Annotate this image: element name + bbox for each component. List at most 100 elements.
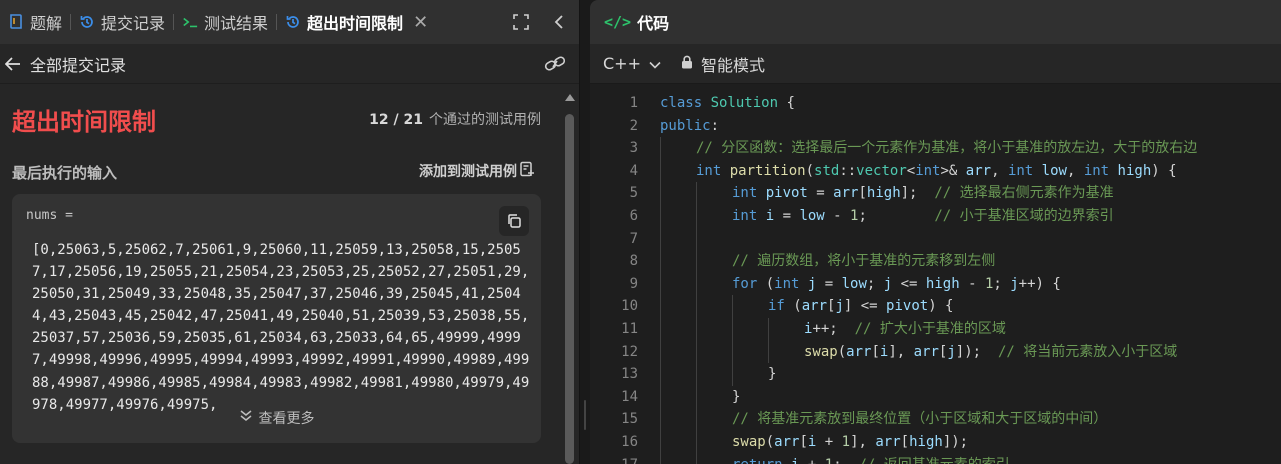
code-token: // 选择最右侧元素作为基准 xyxy=(934,185,1114,202)
tab-tle[interactable]: 超出时间限制 ✕ xyxy=(277,0,436,44)
smart-mode-toggle[interactable]: 智能模式 xyxy=(681,52,765,76)
indent-guide xyxy=(660,227,661,251)
tab-test-result[interactable]: 测试结果 xyxy=(174,0,276,44)
code-title: 代码 xyxy=(637,14,670,33)
input-variable-name: nums = xyxy=(26,208,73,223)
code-token: arr xyxy=(801,298,828,315)
code-line[interactable]: 7 xyxy=(590,227,1281,251)
indent-guide xyxy=(660,295,661,318)
code-line[interactable]: 12 swap(arr[i], arr[j]); // 将当前元素放入小于区域 xyxy=(590,340,1281,364)
code-token: arr xyxy=(774,434,800,450)
tab-submissions[interactable]: 提交记录 xyxy=(71,0,173,44)
code-token: = xyxy=(807,185,834,202)
code-line[interactable]: 4 int partition(std::vector<int>& arr, in… xyxy=(590,159,1281,183)
add-testcase-label: 添加到测试用例 xyxy=(419,164,517,180)
scroll-up-arrow-icon[interactable] xyxy=(565,94,575,101)
code-text: } xyxy=(768,363,776,386)
splitter-grip[interactable] xyxy=(584,400,586,430)
close-icon[interactable]: ✕ xyxy=(413,12,428,33)
code-line[interactable]: 17 return i + 1; // 返回基准元素的索引 xyxy=(590,453,1281,464)
code-token: :: xyxy=(839,162,857,179)
code-text: } xyxy=(732,386,740,409)
last-input-label: 最后执行的输入 xyxy=(12,164,118,182)
code-line[interactable]: 9 for (int j = low; j <= high - 1; j++) { xyxy=(590,272,1281,296)
code-token: swap xyxy=(732,434,766,450)
tab-tle-label: 超出时间限制 xyxy=(307,14,404,33)
code-token: // 扩大小于基准的区域 xyxy=(854,321,1006,337)
code-line[interactable]: 3 // 分区函数：选择最后一个元素作为基准，将小于基准的放左边，大于的放右边 xyxy=(590,137,1281,160)
code-line[interactable]: 13} xyxy=(590,363,1281,386)
code-token: ; xyxy=(833,457,858,464)
indent-guide xyxy=(768,318,769,341)
indent-guide xyxy=(660,159,661,183)
code-text: int partition(std::vector<int>& arr, int… xyxy=(696,160,1177,183)
back-arrow-icon[interactable] xyxy=(4,55,22,73)
indent-guide xyxy=(696,250,697,273)
code-token: arr xyxy=(833,185,859,202)
indent-guide xyxy=(732,363,733,386)
line-number: 9 xyxy=(629,275,638,292)
indent-guide xyxy=(696,318,697,341)
code-editor[interactable]: 1 class Solution {2 public: 3// 分区函数：选择最后一个… xyxy=(590,92,1281,464)
code-token: // 将基准元素放到最终位置（小于区域和大于区域的中间） xyxy=(732,411,1108,428)
panel-splitter[interactable] xyxy=(580,0,590,464)
link-icon[interactable] xyxy=(544,55,566,73)
code-token: return xyxy=(732,457,791,464)
code-line[interactable]: 15 // 将基准元素放到最终位置（小于区域和大于区域的中间） xyxy=(590,408,1281,431)
double-chevron-down-icon xyxy=(239,409,253,427)
tab-solutions[interactable]: 题解 xyxy=(0,0,70,44)
line-number: 1 xyxy=(629,95,638,111)
tab-solutions-label: 题解 xyxy=(30,14,63,33)
code-token: ( xyxy=(757,275,775,292)
code-token: } xyxy=(732,388,741,405)
indent-guide xyxy=(660,385,661,409)
line-number: 17 xyxy=(590,454,638,464)
indent-guide xyxy=(660,272,661,296)
scrollbar[interactable] xyxy=(563,88,577,464)
language-select[interactable]: C++ xyxy=(603,54,661,73)
code-token: low xyxy=(1041,162,1067,179)
code-token: arr xyxy=(913,343,939,360)
indent-guide xyxy=(696,295,697,318)
code-token: { xyxy=(778,95,795,111)
code-token: ( xyxy=(805,162,815,179)
see-more-button[interactable]: 查看更多 xyxy=(12,408,541,428)
code-text: i++; // 扩大小于基准的区域 xyxy=(804,318,1006,341)
language-bar: C++ 智能模式 xyxy=(590,44,1281,84)
code-text: // 将基准元素放到最终位置（小于区域和大于区域的中间） xyxy=(732,408,1107,431)
line-number: 12 xyxy=(621,343,638,360)
code-token: ++) { xyxy=(1018,275,1061,292)
indent-guide xyxy=(660,318,661,341)
collapse-left-icon[interactable] xyxy=(550,13,568,31)
code-line[interactable]: 14} xyxy=(590,385,1281,409)
code-icon: </> xyxy=(604,13,632,31)
code-line[interactable]: 5 int pivot = arr[high]; // 选择最右侧元素作为基准 xyxy=(590,182,1281,205)
add-testcase-button[interactable]: 添加到测试用例 xyxy=(419,161,535,181)
language-label: C++ xyxy=(603,54,641,73)
code-line[interactable]: 10 if (arr[j] <= pivot) { xyxy=(590,295,1281,318)
scrollbar-thumb[interactable] xyxy=(565,114,574,464)
code-line[interactable]: 11 i++; // 扩大小于基准的区域 xyxy=(590,318,1281,341)
code-token: int xyxy=(732,185,766,202)
code-token: arr xyxy=(875,434,901,450)
all-submissions-link[interactable]: 全部提交记录 xyxy=(30,52,126,76)
maximize-icon[interactable] xyxy=(512,13,530,31)
code-line[interactable]: 8 // 遍历数组，将小于基准的元素移到左侧 xyxy=(590,250,1281,273)
code-token: ; xyxy=(866,275,884,292)
code-token: : xyxy=(710,117,720,134)
indent-guide xyxy=(768,340,769,364)
history-blue-icon xyxy=(285,14,301,30)
terminal-icon xyxy=(182,14,198,30)
line-number: 4 xyxy=(629,162,638,179)
code-line[interactable]: 16 swap(arr[i + 1], arr[high]); xyxy=(590,431,1281,454)
code-text: swap(arr[i], arr[j]); // 将当前元素放入小于区域 xyxy=(804,341,1177,364)
code-token: - xyxy=(959,275,985,292)
code-line[interactable]: 2 public: xyxy=(590,115,1281,138)
code-line[interactable]: 1 class Solution { xyxy=(590,92,1281,115)
code-line[interactable]: 6 int i = low - 1; // 小于基准区域的边界索引 xyxy=(590,205,1281,228)
indent-guide xyxy=(696,340,697,364)
code-token: high xyxy=(909,434,943,450)
code-header: </> 代码 xyxy=(590,0,1281,44)
indent-guide xyxy=(696,272,697,296)
copy-button[interactable] xyxy=(499,206,529,236)
